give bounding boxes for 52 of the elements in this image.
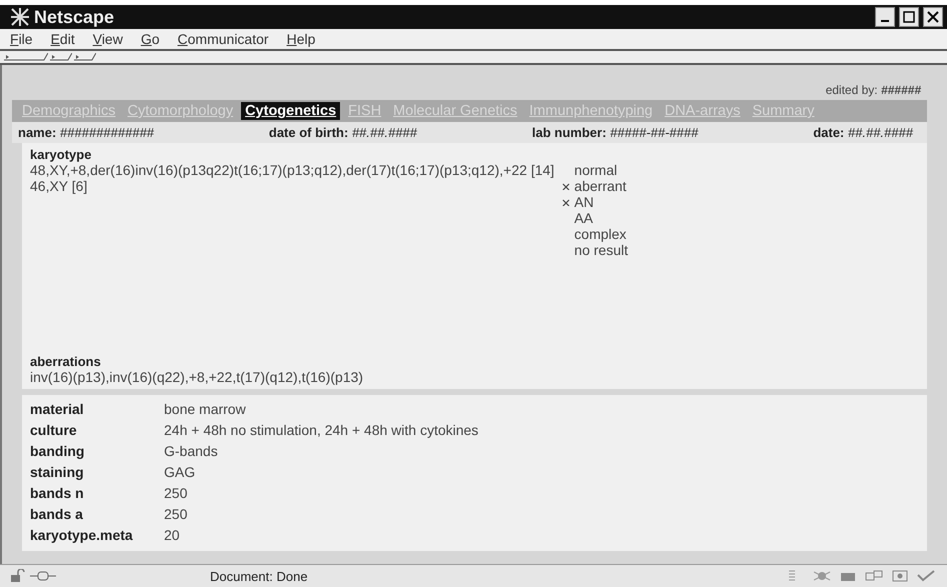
menu-item[interactable]: Communicator (178, 31, 269, 47)
close-button[interactable] (923, 7, 943, 27)
field-label: bands n (30, 485, 85, 501)
classification-option[interactable]: normal (574, 162, 618, 178)
status-text: Document: Done (210, 568, 309, 584)
patient-field: date: ##.##.#### (813, 125, 913, 140)
karyotype-text: 48,XY,+8,der(16)inv(16)(p13q22)t(16;17)(p13;q12),der(17)t(16;17)(p13;q12),+22 [14] (30, 162, 554, 178)
edited-by: edited by: ###### (826, 83, 921, 97)
field-label: banding (30, 443, 86, 459)
patient-field: date of birth: ##.##.#### (268, 125, 418, 140)
menu-item[interactable]: Help (286, 31, 316, 47)
menu-item[interactable]: View (92, 31, 123, 47)
section-heading: aberrations (30, 354, 102, 369)
field-value: bone marrow (164, 401, 247, 417)
field-value: 20 (164, 527, 181, 543)
minimize-icon (881, 20, 889, 22)
logo-icon (10, 7, 30, 27)
classification-option[interactable]: AN (574, 194, 594, 210)
lock-icon (10, 569, 26, 583)
patient-field: name: ############# (18, 125, 154, 140)
toolbar-grip-icon[interactable] (74, 53, 96, 61)
field-label: culture (30, 422, 78, 438)
field-value: GAG (164, 464, 196, 480)
section-heading: karyotype (30, 147, 92, 162)
classification-option[interactable]: complex (574, 226, 626, 242)
toolbar-grip-icon[interactable] (4, 53, 48, 61)
maximize-icon (903, 11, 915, 23)
patient-field: lab number: #####-##-#### (532, 125, 698, 140)
menu-item[interactable]: File (10, 31, 33, 47)
menu-item[interactable]: Go (140, 31, 160, 47)
minimize-button[interactable] (875, 7, 895, 27)
classification-option[interactable]: no result (574, 242, 628, 258)
field-label: karyotype.meta (30, 527, 134, 543)
field-value: 24h + 48h no stimulation, 24h + 48h with cytokines (164, 422, 480, 438)
field-label: bands a (30, 506, 84, 522)
classification-option[interactable]: AA (574, 210, 593, 226)
field-label: staining (30, 464, 85, 480)
field-value: 250 (164, 485, 188, 501)
window-title: Netscape (34, 6, 116, 28)
tab[interactable]: Cytogenetics (241, 102, 340, 120)
aberrations-text: inv(16)(p13),inv(16)(q22),+8,+22,t(17)(q12),t(16)(p13) (30, 369, 364, 385)
field-label: material (30, 401, 85, 417)
close-icon (927, 11, 939, 23)
menu-item[interactable]: Edit (50, 31, 75, 47)
classification-option[interactable]: aberrant (574, 178, 626, 194)
connection-icon (30, 571, 56, 581)
field-value: G-bands (164, 443, 219, 459)
karyotype-text: 46,XY [6] (30, 178, 88, 194)
toolbar-grip-icon[interactable] (50, 53, 72, 61)
maximize-button[interactable] (899, 7, 919, 27)
field-value: 250 (164, 506, 188, 522)
discussion-icon[interactable] (863, 569, 885, 583)
